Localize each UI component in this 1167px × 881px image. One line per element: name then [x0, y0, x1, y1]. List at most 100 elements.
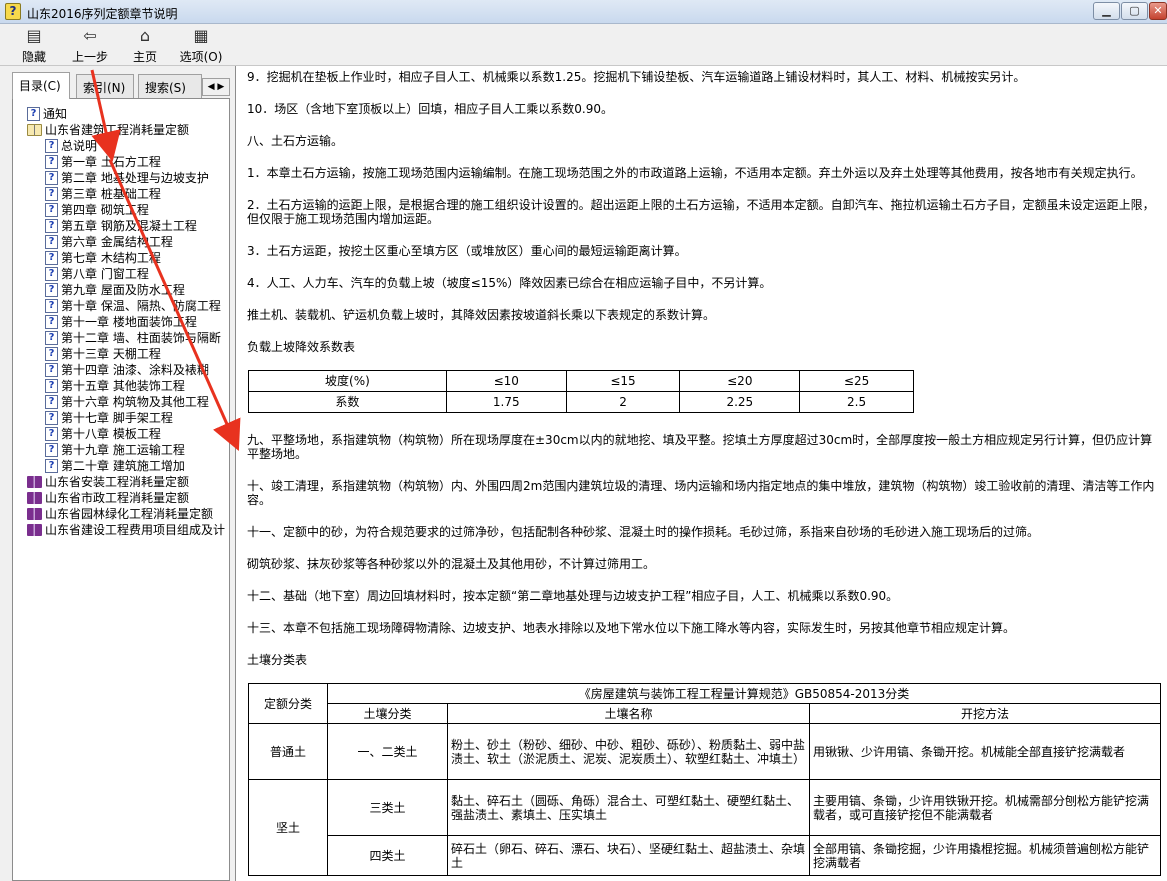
tree-item[interactable]: ? 第十八章 模板工程	[13, 426, 229, 442]
tree-item[interactable]: ? 第十四章 油漆、涂料及裱糊	[13, 362, 229, 378]
hide-button[interactable]: ▤ 隐藏	[14, 26, 54, 64]
table-row: 普通土 一、二类土 粉土、砂土（粉砂、细砂、中砂、粗砂、砾砂）、粉质黏土、弱中盐…	[248, 723, 1161, 780]
tree-item-label: 第十一章 楼地面装饰工程	[61, 315, 197, 329]
table-cell: 碎石土（卵石、碎石、漂石、块石）、坚硬红黏土、超盐渍土、杂填土	[447, 835, 810, 876]
tree-item[interactable]: ? 第十三章 天棚工程	[13, 346, 229, 362]
tree-item[interactable]: ? 第三章 桩基础工程	[13, 186, 229, 202]
title-bar: ? 山东2016序列定额章节说明 ▁ ▢ ✕	[0, 0, 1167, 24]
home-label: 主页	[132, 50, 157, 64]
help-page-icon: ?	[45, 267, 58, 281]
minimize-icon: ▁	[1102, 4, 1111, 17]
table-header-cell: 土壤名称	[447, 703, 810, 724]
home-button[interactable]: ⌂ 主页	[126, 26, 164, 64]
help-page-icon: ?	[45, 411, 58, 425]
paragraph: 3．土石方运距，按挖土区重心至填方区（或堆放区）重心间的最短运输距离计算。	[247, 244, 687, 258]
hide-label: 隐藏	[21, 50, 46, 64]
back-button[interactable]: ⇦ 上一步	[68, 26, 112, 64]
table-header-cell: 开挖方法	[809, 703, 1161, 724]
close-button[interactable]: ✕	[1149, 2, 1167, 20]
help-page-icon: ?	[45, 427, 58, 441]
tree-item[interactable]: ? 通知	[13, 106, 229, 122]
tree-item[interactable]: ? 第十章 保温、隔热、防腐工程	[13, 298, 229, 314]
tree-item[interactable]: ? 第七章 木结构工程	[13, 250, 229, 266]
window-title: 山东2016序列定额章节说明	[27, 7, 178, 21]
back-label: 上一步	[71, 50, 108, 64]
soil-classification-table: 定额分类 《房屋建筑与装饰工程工程量计算规范》GB50854-2013分类 土壤…	[248, 683, 1161, 876]
tree-item[interactable]: 山东省建筑工程消耗量定额	[13, 122, 229, 138]
options-button[interactable]: ▦ 选项(O)	[176, 26, 226, 64]
tree-item[interactable]: ? 第九章 屋面及防水工程	[13, 282, 229, 298]
table-row: 定额分类 《房屋建筑与装饰工程工程量计算规范》GB50854-2013分类	[248, 683, 1161, 724]
table-row: 四类土 碎石土（卵石、碎石、漂石、块石）、坚硬红黏土、超盐渍土、杂填土 全部用镐…	[249, 835, 1161, 876]
paragraph: 9．挖掘机在垫板上作业时，相应子目人工、机械乘以系数1.25。挖掘机下铺设垫板、…	[247, 70, 1026, 84]
tree-item-label: 第一章 土石方工程	[61, 155, 161, 169]
maximize-button[interactable]: ▢	[1121, 2, 1148, 20]
tree-item-label: 通知	[43, 107, 68, 121]
tree-item[interactable]: ? 第八章 门窗工程	[13, 266, 229, 282]
help-page-icon: ?	[45, 379, 58, 393]
help-page-icon: ?	[45, 139, 58, 153]
paragraph: 九、平整场地，系指建筑物（构筑物）所在现场厚度在±30cm以内的就地挖、填及平整…	[247, 433, 1153, 461]
back-arrow-icon: ⇦	[83, 26, 97, 45]
minimize-button[interactable]: ▁	[1093, 2, 1120, 20]
tree-item-label: 第八章 门窗工程	[61, 267, 149, 281]
closed-book-icon	[27, 476, 42, 488]
tree-item[interactable]: 山东省安装工程消耗量定额	[13, 474, 229, 490]
home-icon: ⌂	[139, 26, 151, 45]
tree-item[interactable]: ? 第二十章 建筑施工增加	[13, 458, 229, 474]
tree-item-label: 山东省安装工程消耗量定额	[45, 475, 190, 489]
help-page-icon: ?	[45, 315, 58, 329]
tree-item[interactable]: ? 第五章 钢筋及混凝土工程	[13, 218, 229, 234]
section-heading: 八、土石方运输。	[247, 134, 344, 148]
table-cell: 坚土	[248, 779, 328, 876]
table-cell: 四类土	[327, 835, 448, 876]
table-row: 系数 1.75 2 2.25 2.5	[248, 391, 914, 413]
tree-item[interactable]: ? 第十七章 脚手架工程	[13, 410, 229, 426]
help-page-icon: ?	[45, 363, 58, 377]
tree-item[interactable]: ? 总说明	[13, 138, 229, 154]
table-cell: 一、二类土	[327, 723, 448, 780]
tree-item-label: 第五章 钢筋及混凝土工程	[61, 219, 197, 233]
paragraph: 2．土石方运输的运距上限，是根据合理的施工组织设计设置的。超出运距上限的土石方运…	[247, 198, 1155, 226]
tree-item[interactable]: 山东省园林绿化工程消耗量定额	[13, 506, 229, 522]
tree-item[interactable]: ? 第十六章 构筑物及其他工程	[13, 394, 229, 410]
table-cell: 系数	[248, 391, 447, 413]
table-header-cell: 定额分类	[248, 683, 328, 724]
help-page-icon: ?	[45, 219, 58, 233]
tree-item-label: 第六章 金属结构工程	[61, 235, 173, 249]
tab-contents[interactable]: 目录(C)	[12, 72, 70, 99]
help-page-icon: ?	[27, 107, 40, 121]
tree-item-label: 总说明	[61, 139, 98, 153]
tree-item[interactable]: 山东省市政工程消耗量定额	[13, 490, 229, 506]
table-caption: 负载上坡降效系数表	[247, 340, 356, 354]
tree-item-label: 第十七章 脚手架工程	[61, 411, 173, 425]
tree-item[interactable]: ? 第六章 金属结构工程	[13, 234, 229, 250]
help-app-icon: ?	[5, 3, 21, 20]
tree-item[interactable]: ? 第十五章 其他装饰工程	[13, 378, 229, 394]
help-page-icon: ?	[45, 171, 58, 185]
table-cell: 坡度(%)	[248, 370, 447, 392]
tree-item[interactable]: ? 第二章 地基处理与边坡支护	[13, 170, 229, 186]
tab-scroll-arrows[interactable]: ◀ ▶	[202, 78, 230, 96]
tree-item[interactable]: 山东省建设工程费用项目组成及计	[13, 522, 229, 538]
tree-item[interactable]: ? 第十九章 施工运输工程	[13, 442, 229, 458]
table-cell: ≤20	[679, 370, 801, 392]
maximize-icon: ▢	[1129, 4, 1140, 17]
tab-index[interactable]: 索引(N)	[76, 74, 134, 98]
tree-item-label: 山东省园林绿化工程消耗量定额	[45, 507, 214, 521]
slope-coefficient-table: 坡度(%) ≤10 ≤15 ≤20 ≤25 系数 1.75 2 2.25 2.5	[248, 370, 914, 413]
tree-item[interactable]: ? 第十二章 墙、柱面装饰与隔断	[13, 330, 229, 346]
paragraph: 砌筑砂浆、抹灰砂浆等各种砂浆以外的混凝土及其他用砂，不计算过筛用工。	[247, 557, 656, 571]
tree-item[interactable]: ? 第一章 土石方工程	[13, 154, 229, 170]
paragraph: 推土机、装载机、铲运机负载上坡时，其降效因素按坡道斜长乘以下表规定的系数计算。	[247, 308, 716, 322]
tree-item[interactable]: ? 第十一章 楼地面装饰工程	[13, 314, 229, 330]
table-cell: 2.5	[799, 391, 914, 413]
tab-search[interactable]: 搜索(S)	[138, 74, 202, 98]
help-page-icon: ?	[45, 251, 58, 265]
tree-item-label: 第二十章 建筑施工增加	[61, 459, 185, 473]
table-cell: 主要用镐、条锄，少许用铁锹开挖。机械需部分刨松方能铲挖满载者，或可直接铲挖但不能…	[809, 779, 1161, 836]
tree-item-label: 山东省建筑工程消耗量定额	[45, 123, 190, 137]
table-cell: 全部用镐、条锄挖掘，少许用撬棍挖掘。机械须普遍刨松方能铲挖满载者	[809, 835, 1161, 876]
tree-item[interactable]: ? 第四章 砌筑工程	[13, 202, 229, 218]
table-cell: 2.25	[679, 391, 801, 413]
